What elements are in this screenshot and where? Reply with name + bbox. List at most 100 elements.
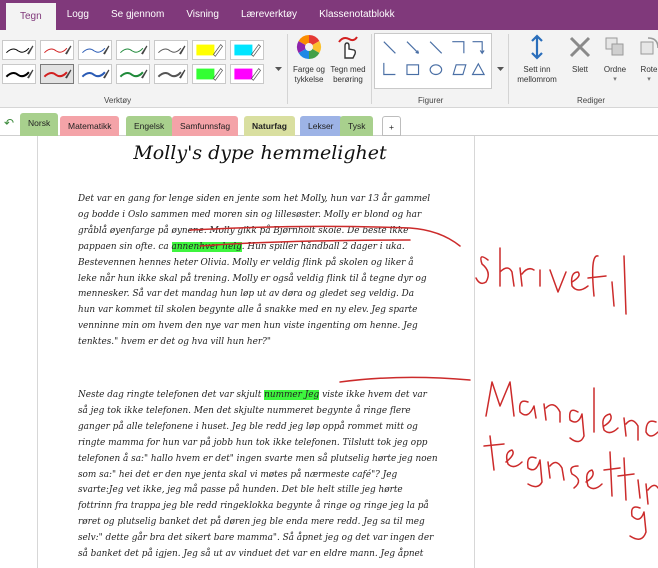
ellipse-shape-icon — [429, 64, 443, 76]
back-arrow-icon[interactable]: ↶ — [4, 116, 14, 130]
pen-swatch[interactable] — [154, 64, 188, 84]
pen-swatch[interactable] — [230, 64, 264, 84]
pen-swatch[interactable] — [40, 64, 74, 84]
section-tab[interactable]: Samfunnsfag — [172, 116, 239, 136]
insert-space-label: Sett inn mellomrom — [517, 65, 557, 84]
pen-swatch[interactable] — [78, 64, 112, 84]
rotate-button[interactable]: Rote ▾ — [634, 34, 658, 85]
group-label-edit: Rediger — [577, 96, 606, 105]
ink-stroke — [617, 457, 635, 501]
group-separator — [508, 34, 509, 104]
highlighted-text: annenhver helg — [171, 241, 242, 252]
tab-tegn[interactable]: Tegn — [6, 3, 56, 30]
ink-stroke — [526, 456, 543, 488]
ink-stroke — [518, 400, 537, 419]
insert-space-icon — [531, 34, 543, 60]
page-title[interactable]: Molly's dype hemmelighet — [90, 142, 430, 164]
arrow-shape-icon — [406, 41, 419, 54]
note-page[interactable]: Molly's dype hemmelighet Det var en gang… — [0, 136, 658, 568]
pen-swatch[interactable] — [230, 40, 264, 60]
text-line: ganger på alle telefonene i huset. Jeg b… — [78, 421, 418, 432]
section-tab[interactable]: Engelsk — [126, 116, 173, 136]
line-shape-icon — [383, 41, 396, 54]
tab-logg[interactable]: Logg — [56, 0, 100, 30]
pen-swatch[interactable] — [116, 40, 150, 60]
insert-space-button[interactable]: Sett inn mellomrom — [512, 34, 562, 85]
arrange-label: Ordne — [603, 65, 627, 74]
text-segment: viste ikke hvem det var — [319, 390, 427, 400]
triangle-shape-icon — [471, 62, 486, 76]
ink-stroke — [499, 247, 515, 287]
page-margin-line — [37, 136, 38, 568]
ink-stroke — [547, 461, 565, 481]
text-line: og bodde i Oslo sammen med moren sin og … — [78, 209, 422, 220]
text-line: telefonen å sa:" hallo hvem er det" inge… — [78, 453, 438, 464]
add-section-button[interactable]: + — [382, 116, 401, 136]
tab-se-gjennom[interactable]: Se gjennom — [100, 0, 175, 30]
ink-stroke — [623, 255, 627, 315]
pen-gallery-more-button[interactable] — [272, 39, 285, 93]
ink-stroke — [475, 256, 489, 285]
corner-arrow-shape-icon — [472, 41, 485, 55]
ink-stroke — [505, 449, 523, 468]
pen-swatch[interactable] — [78, 40, 112, 60]
rotate-dropdown-icon: ▾ — [647, 76, 651, 83]
color-thickness-button[interactable]: Farge og tykkelse — [288, 34, 330, 85]
ink-stroke — [623, 417, 639, 441]
pen-swatch[interactable] — [40, 40, 74, 60]
ink-stroke — [587, 255, 607, 297]
rotate-icon — [640, 37, 658, 55]
ink-stroke — [585, 469, 603, 490]
tab-klassenotatblokk[interactable]: Klassenotatblokk — [308, 0, 406, 30]
delete-x-icon — [569, 36, 591, 58]
ribbon-draw: Verktøy Farge og tykkelse Tegn med berør… — [0, 30, 658, 108]
section-tab-bar: ↶ Norsk Matematikk Engelsk Samfunnsfag Natur… — [0, 108, 658, 136]
section-tab[interactable]: Norsk — [20, 113, 59, 136]
color-wheel-icon — [296, 34, 322, 59]
text-line: ringte mamma for hun var på jobb hun tok… — [78, 437, 428, 448]
group-label-shapes: Figurer — [418, 96, 444, 105]
shapes-gallery[interactable] — [374, 33, 492, 89]
pen-swatch[interactable] — [116, 64, 150, 84]
corner-shape-icon — [452, 41, 465, 54]
pen-swatch[interactable] — [192, 64, 226, 84]
ink-stroke — [549, 269, 567, 293]
section-tab[interactable]: Lekser — [300, 116, 342, 136]
text-line: Bestevennen hennes heter Olivia. Molly e… — [78, 257, 414, 268]
delete-button[interactable]: Slett — [564, 34, 596, 75]
paragraph-1[interactable]: Det var en gang for lenge siden en jente… — [78, 192, 450, 351]
rectangle-shape-icon — [406, 64, 420, 76]
tab-laereverktoy[interactable]: Læreverktøy — [230, 0, 308, 30]
pen-swatch[interactable] — [2, 64, 36, 84]
pen-swatch[interactable] — [2, 40, 36, 60]
text-line: svarte:Jeg vet ikke, jeg må passe på hun… — [78, 485, 403, 496]
color-thickness-label: Farge og tykkelse — [292, 65, 326, 84]
pen-swatch[interactable] — [192, 40, 226, 60]
ink-stroke — [570, 465, 580, 489]
arrange-button[interactable]: Ordne ▾ — [597, 34, 633, 85]
section-tab[interactable]: Tysk — [340, 116, 374, 136]
section-tab[interactable]: Naturfag — [244, 116, 295, 136]
tab-visning[interactable]: Visning — [175, 0, 230, 30]
text-line: så banket det på igjen. Jeg så ut av vin… — [78, 549, 424, 560]
ink-stroke — [602, 413, 619, 434]
ink-stroke — [483, 435, 505, 471]
text-line: mennesker. Så var det mandag hun løp ut … — [78, 289, 415, 300]
group-separator — [371, 34, 372, 104]
draw-with-touch-button[interactable]: Tegn med berøring — [327, 34, 369, 85]
ink-stroke — [645, 420, 658, 437]
highlighted-text: nummer Jeg — [264, 390, 320, 400]
ink-stroke — [629, 506, 647, 540]
arrange-dropdown-icon: ▾ — [613, 76, 617, 83]
section-tab[interactable]: Matematikk — [60, 116, 120, 136]
paragraph-2[interactable]: Neste dag ringte telefonen det var skjul… — [78, 388, 450, 563]
draw-with-touch-label: Tegn med berøring — [330, 65, 366, 84]
ribbon-tab-bar: Tegn Logg Se gjennom Visning Læreverktøy… — [0, 0, 658, 30]
pen-swatch[interactable] — [154, 40, 188, 60]
text-line: Neste dag ringte telefonen det var skjul… — [78, 388, 450, 404]
text-line: fottrinn fra trappa jeg ble redd ringekl… — [78, 501, 429, 512]
rotate-label: Rote — [640, 65, 658, 74]
text-line: pappaen sin ofte. ca annenhver helg. Hun… — [78, 240, 450, 256]
text-line: hun var kommet til skolen begynte alle å… — [78, 305, 418, 316]
shapes-gallery-more-button[interactable] — [494, 39, 507, 93]
